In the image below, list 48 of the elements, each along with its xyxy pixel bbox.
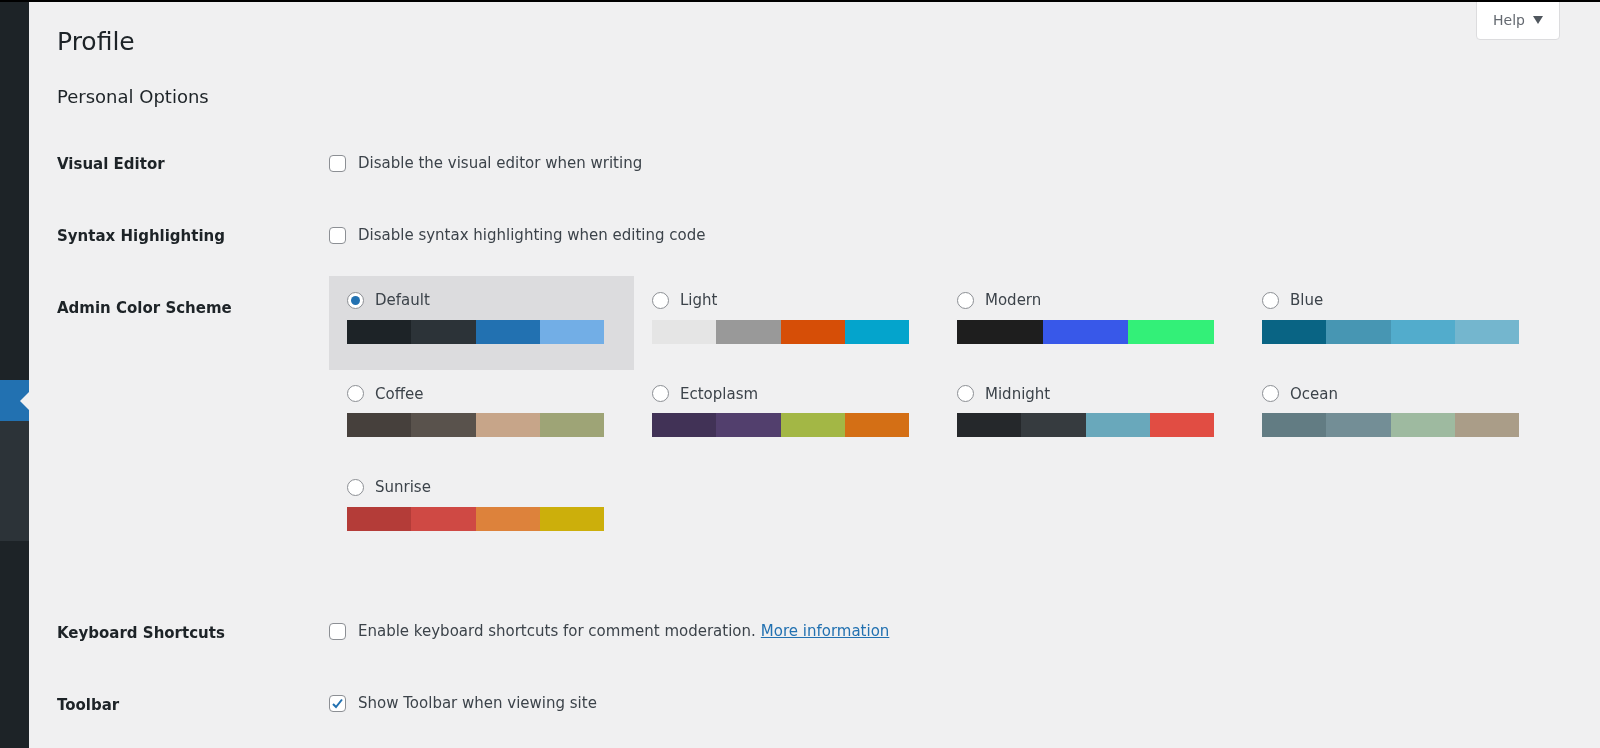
checkbox[interactable] — [329, 695, 346, 712]
checkbox[interactable] — [329, 154, 346, 172]
radio-button[interactable] — [1262, 291, 1279, 309]
radio-button[interactable] — [957, 291, 974, 309]
help-button[interactable]: Help — [1476, 2, 1560, 40]
caret-icon — [1533, 16, 1543, 24]
scheme-name: Default — [375, 290, 430, 311]
checkbox-label: Disable syntax highlighting when editing code — [358, 224, 706, 246]
radio-button[interactable] — [957, 385, 974, 403]
scheme-option[interactable]: Coffee — [329, 369, 634, 463]
checkbox[interactable] — [329, 623, 346, 640]
scheme-name: Modern — [985, 290, 1042, 311]
checkbox-label: Enable keyboard shortcuts for comment moderation. — [358, 621, 756, 643]
radio-button[interactable] — [1262, 385, 1279, 403]
radio-button[interactable] — [347, 478, 364, 496]
more-information-link[interactable]: More information — [760, 620, 890, 643]
active-menu-item[interactable] — [0, 380, 29, 421]
scheme-option[interactable]: Blue — [1244, 276, 1549, 370]
scheme-name: Blue — [1290, 290, 1324, 311]
checkbox[interactable] — [329, 226, 346, 244]
scheme-option[interactable]: Light — [634, 276, 939, 370]
scheme-option[interactable]: Sunrise — [329, 463, 634, 557]
setting-label: Visual Editor — [57, 155, 165, 173]
scheme-name: Midnight — [985, 383, 1051, 405]
scheme-name: Ocean — [1290, 383, 1338, 405]
scheme-name: Coffee — [375, 383, 424, 405]
selected-scheme-card[interactable]: Default — [329, 276, 634, 370]
scheme-option[interactable]: Ectoplasm — [634, 369, 939, 463]
checkbox-label: Show Toolbar when viewing site — [358, 693, 597, 715]
setting-label: Syntax Highlighting — [57, 227, 225, 245]
scheme-name: Ectoplasm — [680, 383, 759, 405]
section-title: Personal Options — [57, 88, 210, 106]
setting-label: Admin Color Scheme — [57, 299, 232, 317]
checkbox-label: Disable the visual editor when writing — [358, 152, 643, 174]
setting-label: Toolbar — [57, 695, 120, 714]
scheme-option[interactable]: Midnight — [939, 369, 1244, 463]
setting-label: Keyboard Shortcuts — [57, 623, 225, 642]
checkmark-icon — [331, 697, 344, 710]
scheme-option[interactable]: Modern — [939, 276, 1244, 370]
scheme-option[interactable]: Ocean — [1244, 369, 1549, 463]
pointer-arrow-icon — [20, 391, 29, 410]
scheme-name: Light — [680, 290, 718, 311]
radio-button[interactable] — [652, 385, 669, 403]
radio-button[interactable] — [652, 291, 669, 309]
radio-button[interactable] — [347, 385, 364, 403]
scheme-name: Sunrise — [375, 477, 431, 498]
page-title: Profile — [57, 29, 136, 54]
radio-button[interactable] — [347, 291, 364, 309]
